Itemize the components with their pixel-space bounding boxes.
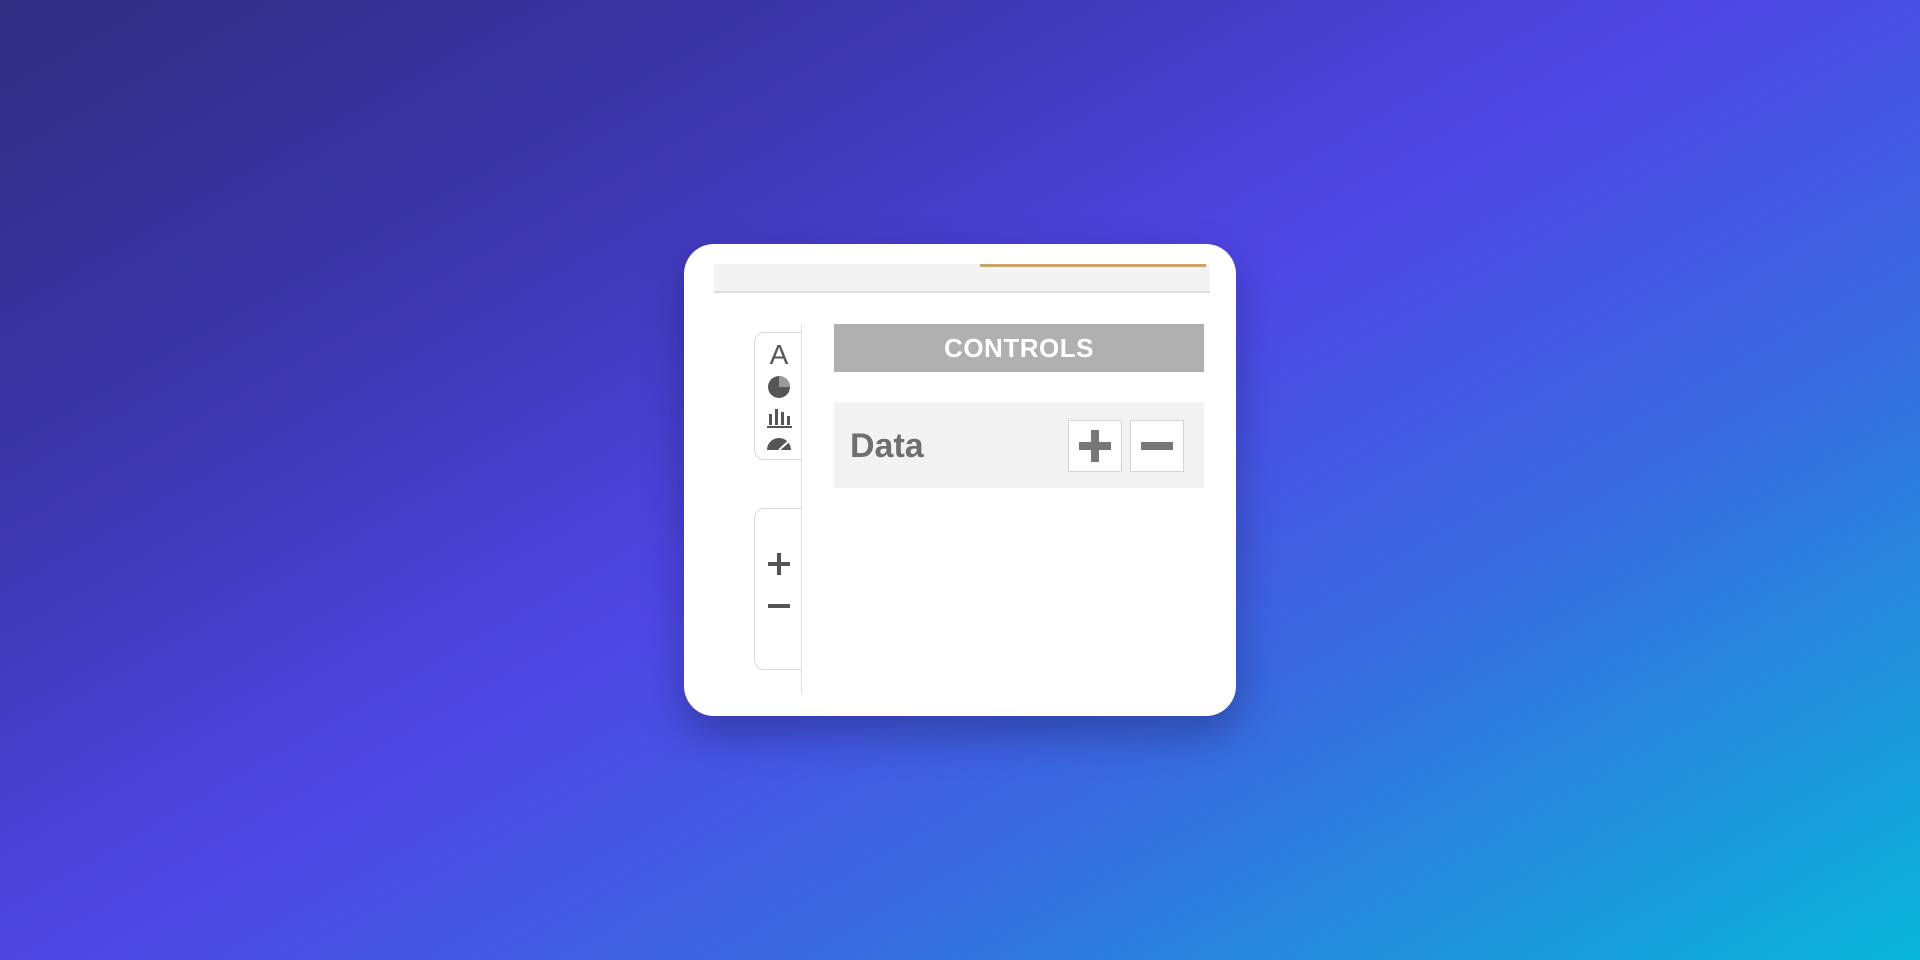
gauge-icon <box>767 438 791 451</box>
tool-panel: A <box>754 332 801 460</box>
plus-icon <box>1079 430 1111 462</box>
zoom-out-button[interactable] <box>765 591 793 621</box>
gauge-tool-button[interactable] <box>765 429 793 457</box>
add-data-button[interactable] <box>1068 420 1122 472</box>
controls-card: A CONTROLS Data <box>684 244 1236 716</box>
zoom-panel <box>754 508 801 670</box>
bar-chart-icon <box>767 409 792 428</box>
text-tool-button[interactable]: A <box>765 341 793 369</box>
text-tool-label: A <box>769 339 789 370</box>
remove-data-button[interactable] <box>1130 420 1184 472</box>
controls-header: CONTROLS <box>834 324 1204 372</box>
minus-icon <box>768 604 790 608</box>
zoom-in-button[interactable] <box>765 549 793 579</box>
pie-chart-icon <box>768 376 790 398</box>
data-row: Data <box>834 402 1204 488</box>
top-bar <box>714 264 1210 293</box>
side-rail <box>801 324 802 694</box>
controls-title: CONTROLS <box>944 332 1094 363</box>
top-bar-accent <box>980 264 1206 267</box>
minus-icon <box>1141 442 1173 450</box>
pie-chart-tool-button[interactable] <box>765 373 793 401</box>
bar-chart-tool-button[interactable] <box>765 403 793 431</box>
plus-icon <box>768 553 790 575</box>
data-label: Data <box>850 427 924 465</box>
